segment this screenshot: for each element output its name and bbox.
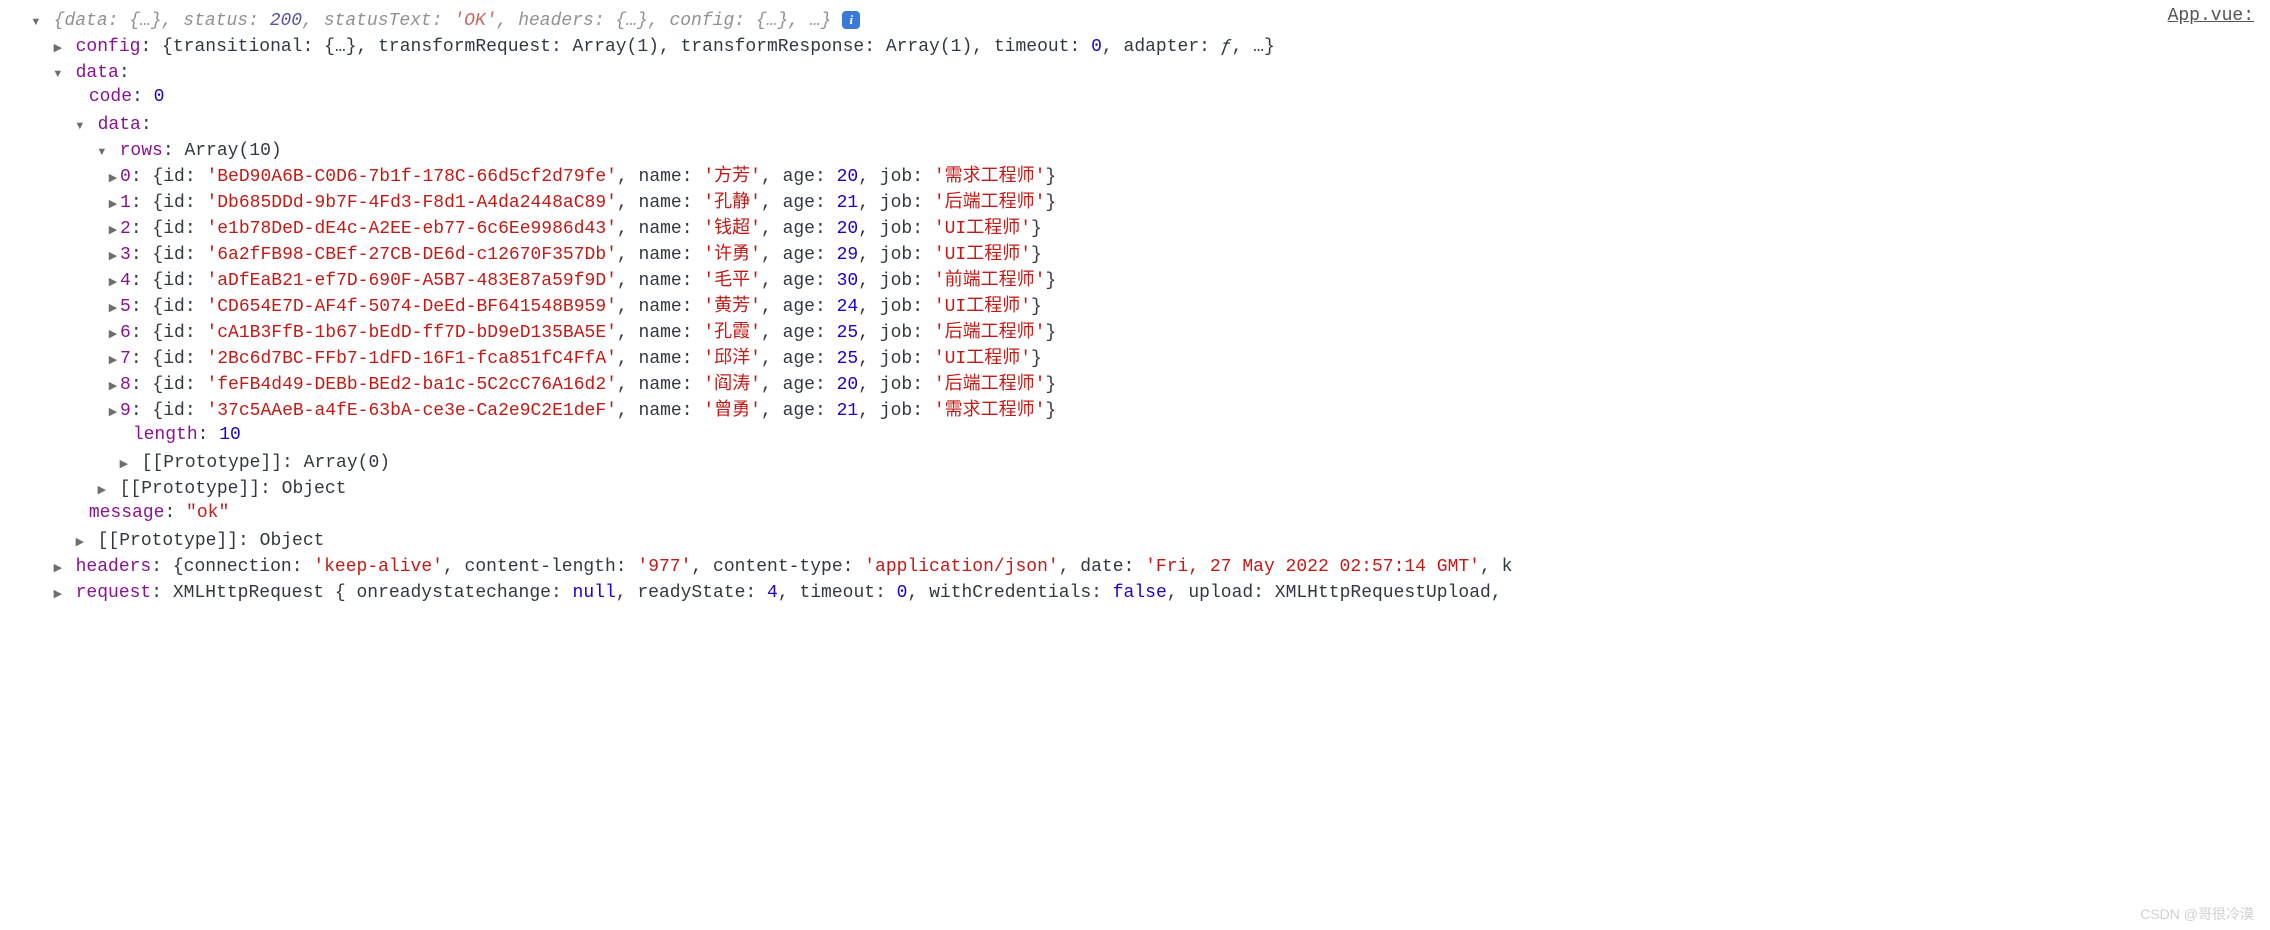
expand-toggle-icon[interactable] [73,110,87,139]
array-row[interactable]: 3: {id: '6a2fFB98-CBEf-27CB-DE6d-c12670F… [18,240,2260,266]
code-line[interactable]: code: 0 [18,84,2260,110]
expand-toggle-icon[interactable] [106,214,120,243]
array-row[interactable]: 0: {id: 'BeD90A6B-C0D6-7b1f-178C-66d5cf2… [18,162,2260,188]
array-row[interactable]: 2: {id: 'e1b78DeD-dE4c-A2EE-eb77-6c6Ee99… [18,214,2260,240]
expand-toggle-icon[interactable] [117,448,131,477]
expand-toggle-icon[interactable] [106,396,120,425]
expand-toggle-icon[interactable] [29,6,43,35]
expand-toggle-icon[interactable] [51,552,65,581]
prototype-line[interactable]: [[Prototype]]: Array(0) [18,448,2260,474]
expand-toggle-icon[interactable] [51,32,65,61]
headers-line[interactable]: headers: {connection: 'keep-alive', cont… [18,552,2260,578]
object-preview-line[interactable]: {data: {…}, status: 200, statusText: 'OK… [18,6,2260,32]
expand-toggle-icon[interactable] [95,136,109,165]
length-line[interactable]: length: 10 [18,422,2260,448]
rows-line[interactable]: rows: Array(10) [18,136,2260,162]
prototype-line[interactable]: [[Prototype]]: Object [18,526,2260,552]
config-line[interactable]: config: {transitional: {…}, transformReq… [18,32,2260,58]
source-file-link[interactable]: App.vue: [2168,6,2254,26]
array-row[interactable]: 7: {id: '2Bc6d7BC-FFb7-1dFD-16F1-fca851f… [18,344,2260,370]
expand-toggle-icon[interactable] [106,240,120,269]
expand-toggle-icon[interactable] [106,162,120,191]
request-line[interactable]: request: XMLHttpRequest { onreadystatech… [18,578,2260,604]
prototype-line[interactable]: [[Prototype]]: Object [18,474,2260,500]
expand-toggle-icon[interactable] [106,370,120,399]
console-output: App.vue: {data: {…}, status: 200, status… [0,0,2270,604]
expand-toggle-icon[interactable] [106,266,120,295]
watermark: CSDN @哥很冷漠 [2140,904,2254,924]
expand-toggle-icon[interactable] [95,474,109,503]
expand-toggle-icon[interactable] [51,58,65,87]
array-row[interactable]: 5: {id: 'CD654E7D-AF4f-5074-DeEd-BF64154… [18,292,2260,318]
expand-toggle-icon[interactable] [106,318,120,347]
array-row[interactable]: 4: {id: 'aDfEaB21-ef7D-690F-A5B7-483E87a… [18,266,2260,292]
expand-toggle-icon[interactable] [106,188,120,217]
expand-toggle-icon[interactable] [106,344,120,373]
array-row[interactable]: 8: {id: 'feFB4d49-DEBb-BEd2-ba1c-5C2cC76… [18,370,2260,396]
expand-toggle-icon[interactable] [106,292,120,321]
inner-data-line[interactable]: data: [18,110,2260,136]
expand-toggle-icon[interactable] [51,578,65,607]
expand-toggle-icon[interactable] [73,526,87,555]
array-row[interactable]: 1: {id: 'Db685DDd-9b7F-4Fd3-F8d1-A4da244… [18,188,2260,214]
array-row[interactable]: 9: {id: '37c5AAeB-a4fE-63bA-ce3e-Ca2e9C2… [18,396,2260,422]
info-icon[interactable]: i [842,11,860,29]
array-row[interactable]: 6: {id: 'cA1B3FfB-1b67-bEdD-ff7D-bD9eD13… [18,318,2260,344]
data-line[interactable]: data: [18,58,2260,84]
message-line[interactable]: message: "ok" [18,500,2260,526]
